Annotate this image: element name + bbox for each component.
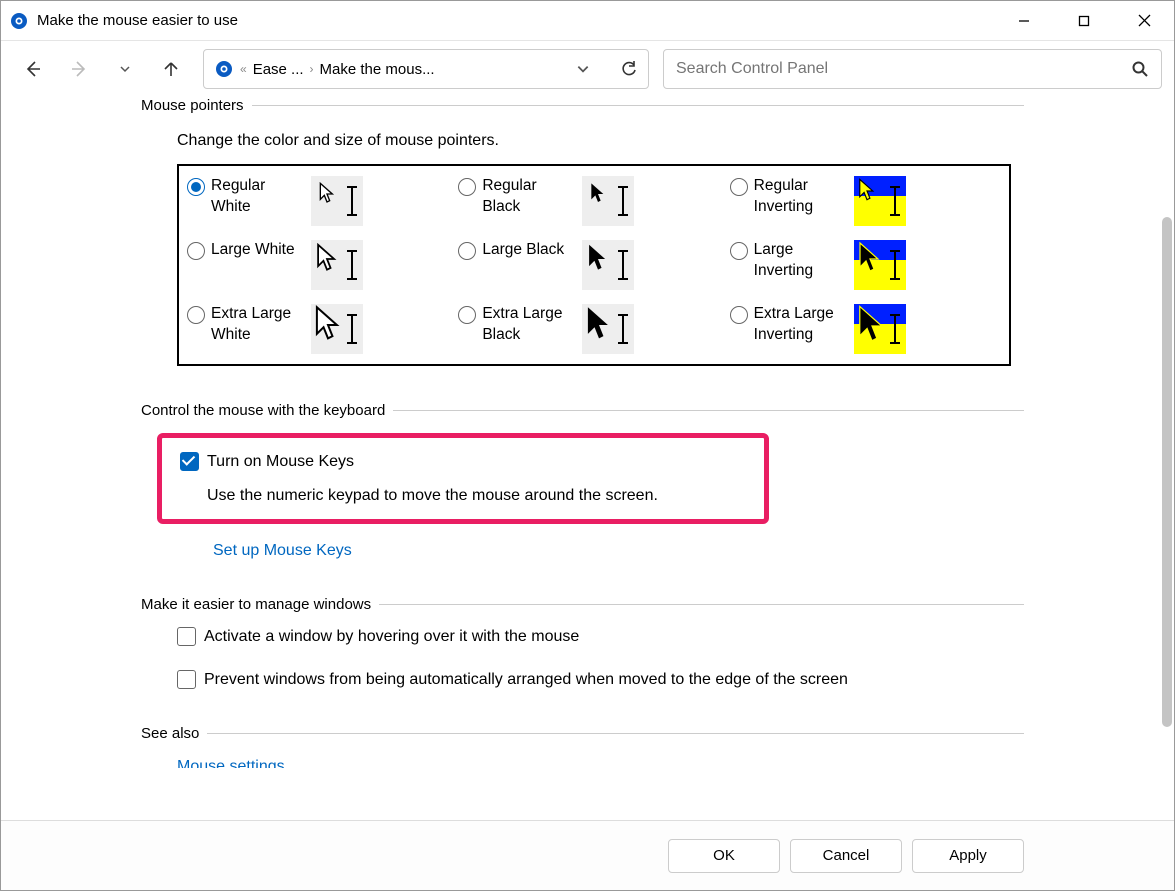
search-box[interactable] bbox=[663, 49, 1162, 89]
mouse-pointers-sub: Change the color and size of mouse point… bbox=[177, 132, 1024, 150]
pointer-option-xl-white[interactable]: Extra Large White bbox=[187, 304, 458, 354]
cancel-button[interactable]: Cancel bbox=[790, 839, 902, 873]
scrollbar-thumb[interactable] bbox=[1162, 217, 1172, 727]
mouse-keys-label: Turn on Mouse Keys bbox=[207, 453, 354, 471]
search-input[interactable] bbox=[676, 60, 1131, 78]
mouse-keys-row[interactable]: Turn on Mouse Keys bbox=[180, 452, 744, 471]
pointer-option-large-inverting[interactable]: Large Inverting bbox=[730, 240, 1001, 290]
hover-activate-row[interactable]: Activate a window by hovering over it wi… bbox=[177, 627, 1024, 646]
recent-dropdown[interactable] bbox=[105, 49, 145, 89]
mouse-keys-highlight: Turn on Mouse Keys Use the numeric keypa… bbox=[157, 433, 769, 524]
swatch-regular-white bbox=[311, 176, 363, 226]
pointer-option-xl-black[interactable]: Extra Large Black bbox=[458, 304, 729, 354]
maximize-button[interactable] bbox=[1054, 1, 1114, 41]
forward-button[interactable] bbox=[59, 49, 99, 89]
window-title: Make the mouse easier to use bbox=[37, 12, 238, 29]
see-also-heading: See also bbox=[141, 725, 199, 742]
pointer-options-box: Regular White Regular Black bbox=[177, 164, 1011, 366]
swatch-large-black bbox=[582, 240, 634, 290]
mouse-pointers-heading: Mouse pointers bbox=[141, 97, 244, 114]
hover-activate-checkbox[interactable] bbox=[177, 627, 196, 646]
back-button[interactable] bbox=[13, 49, 53, 89]
keyboard-control-heading: Control the mouse with the keyboard bbox=[141, 402, 385, 419]
up-button[interactable] bbox=[151, 49, 191, 89]
radio-xl-inverting[interactable] bbox=[730, 306, 748, 324]
swatch-large-white bbox=[311, 240, 363, 290]
manage-windows-heading: Make it easier to manage windows bbox=[141, 596, 371, 613]
pointer-option-regular-inverting[interactable]: Regular Inverting bbox=[730, 176, 1001, 226]
swatch-xl-white bbox=[311, 304, 363, 354]
section-keyboard-control: Control the mouse with the keyboard bbox=[141, 402, 1024, 419]
prevent-snap-label: Prevent windows from being automatically… bbox=[204, 671, 848, 689]
radio-regular-inverting[interactable] bbox=[730, 178, 748, 196]
pointer-option-regular-white[interactable]: Regular White bbox=[187, 176, 458, 226]
mouse-keys-desc: Use the numeric keypad to move the mouse… bbox=[207, 487, 744, 505]
swatch-xl-inverting bbox=[854, 304, 906, 354]
hover-activate-label: Activate a window by hovering over it wi… bbox=[204, 628, 579, 646]
refresh-icon[interactable] bbox=[620, 60, 638, 78]
breadcrumb-ease[interactable]: Ease ... bbox=[253, 61, 304, 78]
pointer-option-regular-black[interactable]: Regular Black bbox=[458, 176, 729, 226]
minimize-button[interactable] bbox=[994, 1, 1054, 41]
radio-large-inverting[interactable] bbox=[730, 242, 748, 260]
scrollbar[interactable] bbox=[1158, 97, 1172, 820]
apply-button[interactable]: Apply bbox=[912, 839, 1024, 873]
swatch-regular-black bbox=[582, 176, 634, 226]
prevent-snap-checkbox[interactable] bbox=[177, 670, 196, 689]
swatch-xl-black bbox=[582, 304, 634, 354]
app-icon bbox=[9, 11, 29, 31]
radio-large-black[interactable] bbox=[458, 242, 476, 260]
footer: OK Cancel Apply bbox=[1, 820, 1174, 890]
address-dropdown-icon[interactable] bbox=[576, 62, 590, 76]
radio-xl-black[interactable] bbox=[458, 306, 476, 324]
close-button[interactable] bbox=[1114, 1, 1174, 41]
swatch-regular-inverting bbox=[854, 176, 906, 226]
mouse-settings-link[interactable]: Mouse settings bbox=[177, 758, 285, 768]
breadcrumb-current[interactable]: Make the mous... bbox=[320, 61, 435, 78]
radio-xl-white[interactable] bbox=[187, 306, 205, 324]
section-manage-windows: Make it easier to manage windows bbox=[141, 596, 1024, 613]
setup-mouse-keys-link[interactable]: Set up Mouse Keys bbox=[213, 542, 352, 560]
pointer-option-large-black[interactable]: Large Black bbox=[458, 240, 729, 290]
pointer-option-xl-inverting[interactable]: Extra Large Inverting bbox=[730, 304, 1001, 354]
control-panel-icon bbox=[214, 59, 234, 79]
section-see-also: See also bbox=[141, 725, 1024, 742]
prevent-snap-row[interactable]: Prevent windows from being automatically… bbox=[177, 670, 1024, 689]
search-icon[interactable] bbox=[1131, 60, 1149, 78]
swatch-large-inverting bbox=[854, 240, 906, 290]
address-bar[interactable]: « Ease ... › Make the mous... bbox=[203, 49, 649, 89]
ok-button[interactable]: OK bbox=[668, 839, 780, 873]
pointer-option-large-white[interactable]: Large White bbox=[187, 240, 458, 290]
breadcrumb-sep-icon: › bbox=[310, 62, 314, 76]
title-bar: Make the mouse easier to use bbox=[1, 1, 1174, 41]
radio-large-white[interactable] bbox=[187, 242, 205, 260]
nav-bar: « Ease ... › Make the mous... bbox=[1, 41, 1174, 97]
radio-regular-black[interactable] bbox=[458, 178, 476, 196]
mouse-keys-checkbox[interactable] bbox=[180, 452, 199, 471]
section-mouse-pointers: Mouse pointers bbox=[141, 97, 1024, 114]
radio-regular-white[interactable] bbox=[187, 178, 205, 196]
breadcrumb-overflow[interactable]: « bbox=[240, 62, 247, 76]
